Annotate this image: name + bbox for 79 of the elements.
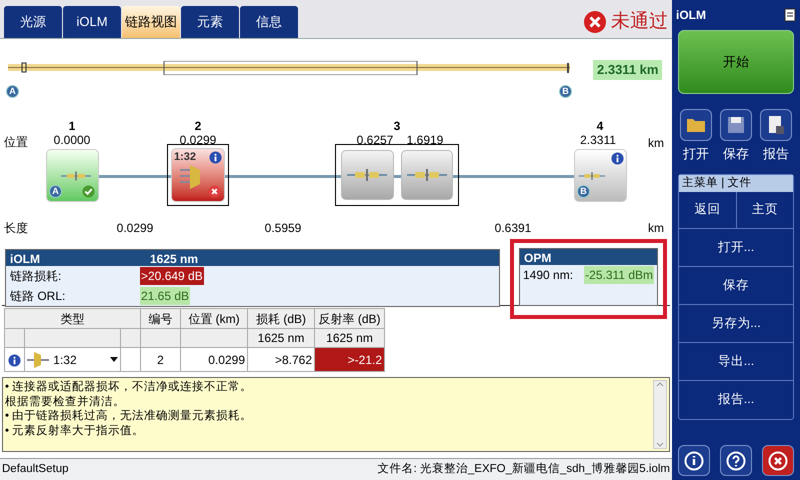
table-cell: 2 xyxy=(140,348,180,372)
length-unit: km xyxy=(648,220,664,237)
element-number: 3 xyxy=(394,118,400,135)
total-distance: 2.3311 km xyxy=(593,60,662,80)
element-position: 2.3311 xyxy=(580,132,616,149)
element-number: 1 xyxy=(68,118,76,135)
connector-icon xyxy=(347,169,388,181)
verdict-label: 未通过 xyxy=(611,10,668,34)
position-label: 位置 xyxy=(4,134,28,151)
section-length: 0.6391 xyxy=(494,220,532,237)
start-button[interactable]: 开始 xyxy=(678,30,794,94)
connector-icon xyxy=(579,170,605,182)
tab[interactable]: 链路视图 xyxy=(122,6,180,38)
element-position: 1.6919 xyxy=(406,132,444,149)
setup-name: DefaultSetup xyxy=(2,462,68,477)
file-name: 文件名: 光衰整治_EXFO_新疆电信_sdh_博雅馨园5.iolm xyxy=(377,461,670,477)
section-length: 0.5959 xyxy=(264,220,302,237)
length-label: 长度 xyxy=(4,220,28,237)
info-button[interactable] xyxy=(678,445,710,476)
info-icon xyxy=(8,354,22,367)
splitter-icon xyxy=(27,350,50,368)
end-b-marker: B xyxy=(559,85,572,98)
column-subheader: 1625 nm xyxy=(248,328,314,348)
menu-item[interactable]: 打开... xyxy=(679,228,793,266)
connector-icon xyxy=(406,169,447,181)
nav-button[interactable]: 返回 xyxy=(679,192,736,228)
result-value: >20.649 dB xyxy=(140,267,204,285)
table-cell: >-21.2 xyxy=(314,348,384,372)
menu-item[interactable]: 导出... xyxy=(679,342,793,380)
panel-title: OPM xyxy=(524,251,552,265)
connector-icon xyxy=(61,170,91,182)
result-value: 21.65 dB xyxy=(140,287,190,305)
result-value: -25.311 dBm xyxy=(584,266,654,284)
end-a-marker: A xyxy=(6,85,19,98)
element-position: 0.6257 xyxy=(356,132,394,149)
splitter-element[interactable]: 1:32 xyxy=(167,144,229,206)
help-icon xyxy=(726,450,746,470)
help-button[interactable] xyxy=(720,445,752,476)
element-number: 2 xyxy=(194,118,202,135)
close-button[interactable] xyxy=(762,445,794,476)
folder-icon xyxy=(686,117,706,133)
start-element[interactable]: A xyxy=(46,149,99,202)
info-icon xyxy=(209,151,222,164)
note-text: • 连接器或适配器损坏，不洁净或连接不正常。 xyxy=(5,380,254,394)
end-b-marker: B xyxy=(577,185,590,198)
tab[interactable]: 光源 xyxy=(4,6,62,38)
note-text: • 由于链路损耗过高，无法准确测量元素损耗。 xyxy=(5,409,254,424)
info-icon xyxy=(684,450,704,470)
menu-item[interactable]: 保存 xyxy=(679,266,793,304)
tab[interactable]: 元素 xyxy=(181,6,239,38)
panel-title: iOLM xyxy=(10,251,41,266)
tab[interactable]: iOLM xyxy=(63,6,121,38)
column-header: 类型 xyxy=(4,308,140,328)
info-icon xyxy=(611,152,624,165)
result-label: 链路 ORL: xyxy=(10,288,66,305)
position-unit: km xyxy=(648,135,664,152)
table-cell: 0.0299 xyxy=(180,348,248,372)
report-icon xyxy=(768,115,784,135)
end-a-marker: A xyxy=(49,185,62,198)
panel-title: iOLM xyxy=(676,7,706,24)
document-icon[interactable] xyxy=(784,8,796,22)
note-text: • 元素反射率大于指示值。 xyxy=(5,424,146,438)
section-length: 0.0299 xyxy=(116,220,154,237)
note-text: 根据需要检查并清洁。 xyxy=(5,394,126,409)
close-icon xyxy=(768,450,788,470)
floppy-icon xyxy=(727,116,745,134)
result-label: 1490 nm: xyxy=(523,267,574,284)
caret-icon xyxy=(110,357,118,362)
menu-item[interactable]: 另存为... xyxy=(679,304,793,342)
element-position: 0.0000 xyxy=(54,132,90,149)
element-number: 4 xyxy=(596,118,604,135)
menu-header: 主菜单 | 文件 xyxy=(679,174,793,192)
nav-button[interactable]: 主页 xyxy=(736,192,793,228)
end-element[interactable]: B xyxy=(574,149,627,202)
wavelength-label: 1625 nm xyxy=(150,251,198,266)
menu-item[interactable]: 报告... xyxy=(679,380,793,418)
splitter-ratio: 1:32 xyxy=(174,150,196,165)
result-label: 链路损耗: xyxy=(10,268,62,285)
tab[interactable]: 信息 xyxy=(240,6,298,38)
